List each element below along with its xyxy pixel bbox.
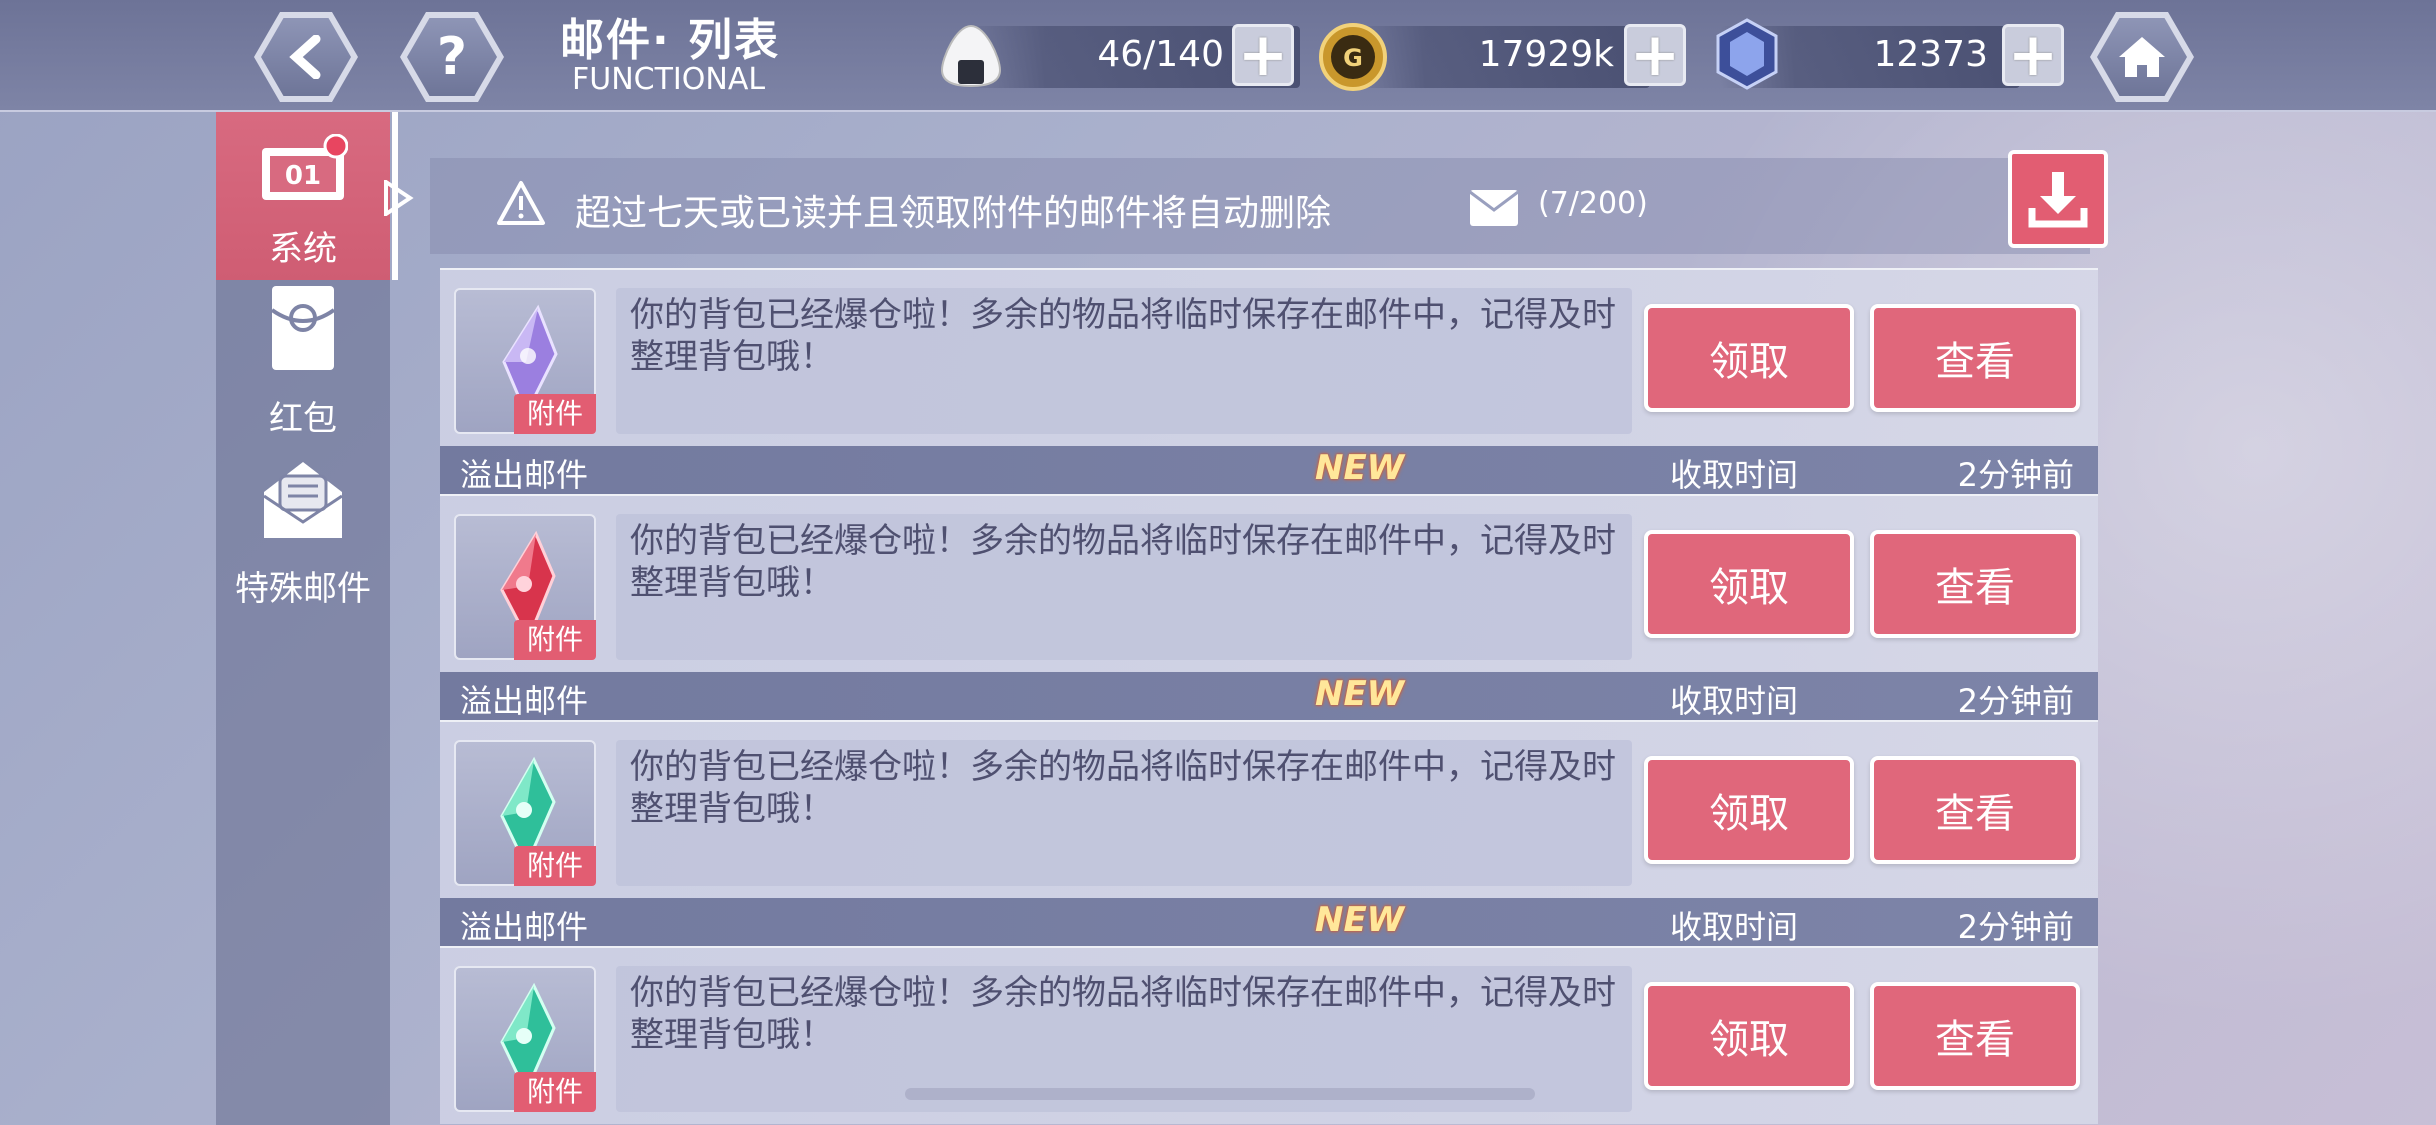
rice-ball-icon (936, 20, 1006, 94)
mail-item[interactable]: 附件 你的背包已经爆仓啦！多余的物品将临时保存在邮件中，记得及时整理背包哦！ 领… (440, 268, 2098, 446)
svg-text:01: 01 (285, 161, 321, 191)
view-button[interactable]: 查看 (1870, 304, 2080, 412)
sidebar-item-red-envelope[interactable]: 红包 (216, 282, 390, 450)
mail-item[interactable]: 附件 你的背包已经爆仓啦！多余的物品将临时保存在邮件中，记得及时整理背包哦！ 领… (440, 494, 2098, 672)
sidebar-pointer (384, 178, 414, 218)
receive-time-label: 收取时间 (1670, 908, 1799, 946)
view-button[interactable]: 查看 (1870, 530, 2080, 638)
attachment-tag: 附件 (514, 846, 596, 886)
message-box: 你的背包已经爆仓啦！多余的物品将临时保存在邮件中，记得及时整理背包哦！ (616, 740, 1632, 886)
plus-icon: + (2007, 20, 2059, 90)
receive-time-label: 收取时间 (1670, 456, 1799, 494)
mail-header-strip: 溢出邮件 NEW 收取时间 2分钟前 (440, 672, 2098, 720)
message-text: 你的背包已经爆仓啦！多余的物品将临时保存在邮件中，记得及时整理背包哦！ (630, 521, 1616, 603)
plus-icon: + (1629, 20, 1681, 90)
home-icon (2097, 18, 2187, 96)
receive-time-label: 收取时间 (1670, 682, 1799, 720)
stamina-value: 46/140 (1097, 34, 1224, 75)
attachment-slot[interactable]: 附件 (454, 514, 596, 660)
receive-time: 2分钟前 (1957, 908, 2074, 946)
special-mail-icon (258, 456, 348, 553)
claim-button[interactable]: 领取 (1644, 756, 1854, 864)
claim-button[interactable]: 领取 (1644, 304, 1854, 412)
claim-button[interactable]: 领取 (1644, 530, 1854, 638)
attachment-slot[interactable]: 附件 (454, 966, 596, 1112)
sidebar-item-label: 特殊邮件 (235, 569, 371, 609)
mail-type: 溢出邮件 (460, 682, 589, 720)
coins-value: 17929k (1478, 34, 1614, 75)
receive-time: 2分钟前 (1957, 682, 2074, 720)
new-badge: NEW (1315, 674, 1405, 714)
sidebar-item-label: 系统 (269, 229, 337, 269)
claim-button[interactable]: 领取 (1644, 982, 1854, 1090)
message-text: 你的背包已经爆仓啦！多余的物品将临时保存在邮件中，记得及时整理背包哦！ (630, 747, 1616, 829)
warning-icon (496, 180, 546, 230)
add-coins-button[interactable]: + (1624, 24, 1686, 86)
coin-icon: G (1318, 22, 1388, 96)
attachment-slot[interactable]: 附件 (454, 288, 596, 434)
add-stamina-button[interactable]: + (1232, 24, 1294, 86)
red-envelope-icon (268, 282, 338, 383)
plus-icon: + (1237, 20, 1289, 90)
mail-type: 溢出邮件 (460, 456, 589, 494)
receive-time: 2分钟前 (1957, 456, 2074, 494)
message-box: 你的背包已经爆仓啦！多余的物品将临时保存在邮件中，记得及时整理背包哦！ (616, 288, 1632, 434)
message-box: 你的背包已经爆仓啦！多余的物品将临时保存在邮件中，记得及时整理背包哦！ (616, 514, 1632, 660)
sidebar-item-special-mail[interactable]: 特殊邮件 (216, 452, 390, 620)
mail-count: (7/200) (1538, 186, 1648, 221)
sidebar-item-system[interactable]: 01 系统 (216, 112, 398, 280)
back-icon (261, 18, 351, 96)
scroll-indicator[interactable] (905, 1088, 1535, 1100)
new-badge: NEW (1315, 448, 1405, 488)
mail-item[interactable]: 附件 你的背包已经爆仓啦！多余的物品将临时保存在邮件中，记得及时整理背包哦！ 领… (440, 720, 2098, 898)
mail-type: 溢出邮件 (460, 908, 589, 946)
sidebar-item-label: 红包 (269, 399, 337, 439)
gem-icon (1712, 16, 1782, 96)
mail-header-strip: 溢出邮件 NEW 收取时间 2分钟前 (440, 446, 2098, 494)
mail-icon (1468, 188, 1520, 232)
question-icon: ? (407, 18, 497, 96)
attachment-tag: 附件 (514, 1072, 596, 1112)
view-button[interactable]: 查看 (1870, 982, 2080, 1090)
gems-value: 12373 (1873, 34, 1988, 75)
svg-text:G: G (1343, 44, 1363, 72)
attachment-slot[interactable]: 附件 (454, 740, 596, 886)
claim-all-button[interactable] (2008, 150, 2108, 248)
view-button[interactable]: 查看 (1870, 756, 2080, 864)
download-icon (2028, 172, 2088, 228)
message-text: 你的背包已经爆仓啦！多余的物品将临时保存在邮件中，记得及时整理背包哦！ (630, 973, 1616, 1055)
mail-header-strip: 溢出邮件 NEW 收取时间 2分钟前 (440, 898, 2098, 946)
new-badge: NEW (1315, 900, 1405, 940)
page-title: 邮件· 列表 (560, 15, 781, 66)
attachment-tag: 附件 (514, 620, 596, 660)
notice-text: 超过七天或已读并且领取附件的邮件将自动删除 (575, 193, 1332, 234)
add-gems-button[interactable]: + (2002, 24, 2064, 86)
message-text: 你的背包已经爆仓啦！多余的物品将临时保存在邮件中，记得及时整理背包哦！ (630, 295, 1616, 377)
system-mail-icon: 01 (258, 133, 349, 213)
attachment-tag: 附件 (514, 394, 596, 434)
page-subtitle: FUNCTIONAL (572, 62, 766, 97)
